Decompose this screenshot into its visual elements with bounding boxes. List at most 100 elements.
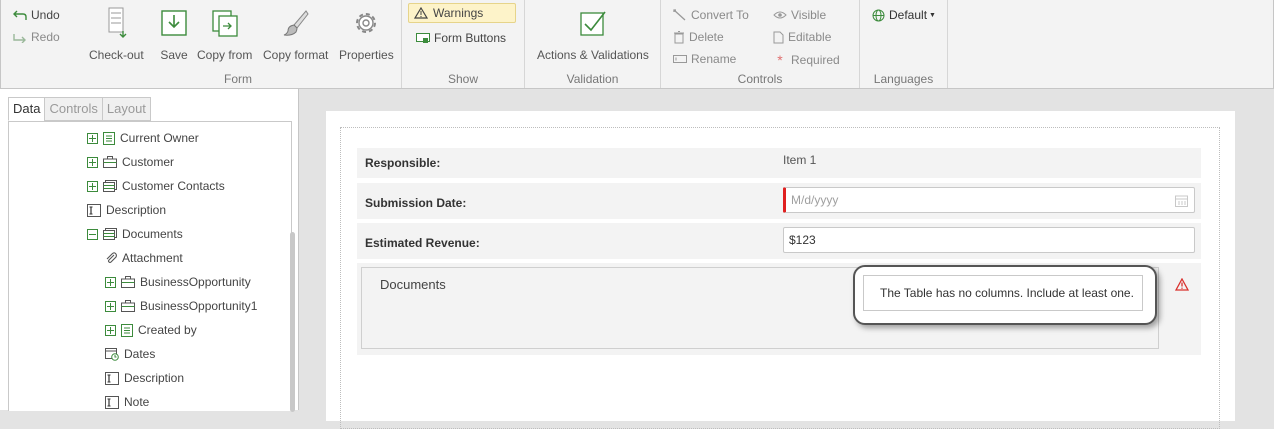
- tree-item-business-opportunity[interactable]: BusinessOpportunity: [105, 272, 251, 292]
- delete-button[interactable]: Delete: [673, 30, 724, 44]
- warning-tooltip: The Table has no columns. Include at lea…: [853, 265, 1157, 325]
- tooltip-message: The Table has no columns. Include at lea…: [863, 275, 1143, 311]
- text-field-icon: [87, 203, 101, 217]
- tab-controls[interactable]: Controls: [44, 97, 103, 121]
- tree-item-label: Dates: [124, 347, 156, 361]
- show-group-label: Show: [447, 72, 479, 86]
- expand-icon[interactable]: [105, 300, 116, 312]
- redo-button[interactable]: Redo: [13, 30, 60, 44]
- warnings-label: Warnings: [433, 6, 484, 20]
- text-field-icon: [105, 371, 119, 385]
- expand-icon[interactable]: [105, 276, 116, 288]
- actions-validations-button[interactable]: Actions & Validations: [537, 6, 649, 62]
- warning-triangle-icon: [414, 7, 428, 19]
- estimated-revenue-input[interactable]: $123: [783, 227, 1195, 253]
- show-group: Warnings Form Buttons Show: [402, 0, 525, 88]
- rename-icon: [673, 55, 687, 63]
- redo-icon: [13, 34, 26, 43]
- languages-group: Default ▼ Languages: [860, 0, 948, 88]
- tree-item-label: Documents: [122, 227, 183, 241]
- controls-group: Convert To Delete Rename Visible Editabl…: [661, 0, 860, 88]
- editable-toggle[interactable]: Editable: [773, 30, 831, 44]
- languages-group-label: Languages: [873, 72, 934, 86]
- checkout-button[interactable]: Check-out: [89, 6, 144, 62]
- warning-icon[interactable]: [1175, 278, 1189, 291]
- responsible-label: Responsible:: [365, 156, 441, 170]
- checkout-label: Check-out: [89, 48, 144, 62]
- rename-button[interactable]: Rename: [673, 52, 736, 66]
- expand-icon[interactable]: [87, 180, 98, 192]
- calendar-icon[interactable]: [1175, 194, 1188, 207]
- tree-scrollbar[interactable]: [290, 232, 295, 412]
- tree-item-label: BusinessOpportunity: [140, 275, 251, 289]
- tree-item-documents[interactable]: Documents: [87, 224, 183, 244]
- save-icon: [161, 10, 187, 36]
- convert-to-label: Convert To: [691, 8, 749, 22]
- estimated-revenue-row[interactable]: Estimated Revenue: $123: [357, 223, 1201, 259]
- controls-group-label: Controls: [737, 72, 783, 86]
- gear-icon: [356, 13, 377, 33]
- text-field-icon: [105, 395, 119, 409]
- tab-layout[interactable]: Layout: [101, 97, 151, 121]
- calendar-icon: [105, 347, 119, 361]
- date-placeholder: M/d/yyyy: [791, 193, 839, 207]
- tree-item-business-opportunity1[interactable]: BusinessOpportunity1: [105, 296, 257, 316]
- tree-item-label: Current Owner: [120, 131, 199, 145]
- tree-item-label: Description: [106, 203, 167, 217]
- tree-item-label: BusinessOpportunity1: [140, 299, 258, 313]
- tree-item-label: Customer: [122, 155, 175, 169]
- copy-format-button[interactable]: Copy format: [263, 6, 328, 62]
- asterisk-icon: *: [777, 52, 783, 68]
- undo-button[interactable]: Undo: [13, 8, 60, 22]
- convert-icon: [673, 9, 686, 21]
- tree-item-current-owner[interactable]: Current Owner: [87, 128, 199, 148]
- language-label: Default: [889, 8, 928, 22]
- expand-icon[interactable]: [87, 156, 98, 168]
- documents-title: Documents: [380, 277, 446, 292]
- expand-icon[interactable]: [105, 324, 116, 336]
- form-buttons-label: Form Buttons: [434, 31, 507, 45]
- language-dropdown[interactable]: Default ▼: [872, 8, 936, 22]
- submission-date-row[interactable]: Submission Date: M/d/yyyy: [357, 183, 1201, 219]
- tab-data[interactable]: Data: [8, 97, 46, 121]
- responsible-row[interactable]: Responsible: Item 1: [357, 148, 1201, 178]
- form-buttons-toggle[interactable]: Form Buttons: [416, 31, 506, 45]
- tree-item-description-2[interactable]: Description: [105, 368, 184, 388]
- list-icon: [121, 323, 133, 337]
- copy-format-label: Copy format: [263, 48, 329, 62]
- copy-from-button[interactable]: Copy from: [197, 6, 252, 62]
- form-buttons-icon: [416, 32, 430, 43]
- delete-label: Delete: [689, 30, 724, 44]
- data-tree: Current Owner Customer Customer Contacts…: [8, 121, 292, 411]
- save-button[interactable]: Save: [158, 6, 190, 62]
- table-icon: [103, 228, 117, 240]
- tree-item-note[interactable]: Note: [105, 392, 149, 411]
- tree-item-customer-contacts[interactable]: Customer Contacts: [87, 176, 225, 196]
- estimated-revenue-label: Estimated Revenue:: [365, 236, 480, 250]
- tree-item-dates[interactable]: Dates: [105, 344, 155, 364]
- validation-group-label: Validation: [566, 72, 619, 86]
- collapse-icon[interactable]: [87, 228, 98, 240]
- eye-icon: [773, 11, 787, 19]
- tree-item-customer[interactable]: Customer: [87, 152, 174, 172]
- validation-group: Actions & Validations Validation: [525, 0, 661, 88]
- paperclip-icon: [105, 252, 117, 264]
- convert-to-button[interactable]: Convert To: [673, 8, 749, 22]
- form-group: Check-out Save Copy from Copy format Pro…: [75, 0, 402, 88]
- undo-redo-group: Undo Redo: [1, 0, 75, 88]
- warnings-toggle-button[interactable]: Warnings: [408, 3, 516, 23]
- required-toggle[interactable]: * Required: [773, 52, 839, 68]
- visible-toggle[interactable]: Visible: [773, 8, 826, 22]
- expand-icon[interactable]: [87, 132, 98, 144]
- table-icon: [103, 180, 117, 192]
- undo-label: Undo: [31, 8, 60, 22]
- tree-item-created-by[interactable]: Created by: [105, 320, 197, 340]
- tree-item-attachment[interactable]: Attachment: [105, 248, 183, 268]
- checkout-icon: [108, 7, 127, 38]
- briefcase-icon: [103, 156, 117, 168]
- submission-date-input[interactable]: M/d/yyyy: [783, 187, 1195, 213]
- list-icon: [103, 131, 115, 145]
- tree-item-description[interactable]: Description: [87, 200, 166, 220]
- data-panel: Data Controls Layout Current Owner Custo…: [0, 89, 299, 412]
- properties-button[interactable]: Properties: [339, 6, 394, 62]
